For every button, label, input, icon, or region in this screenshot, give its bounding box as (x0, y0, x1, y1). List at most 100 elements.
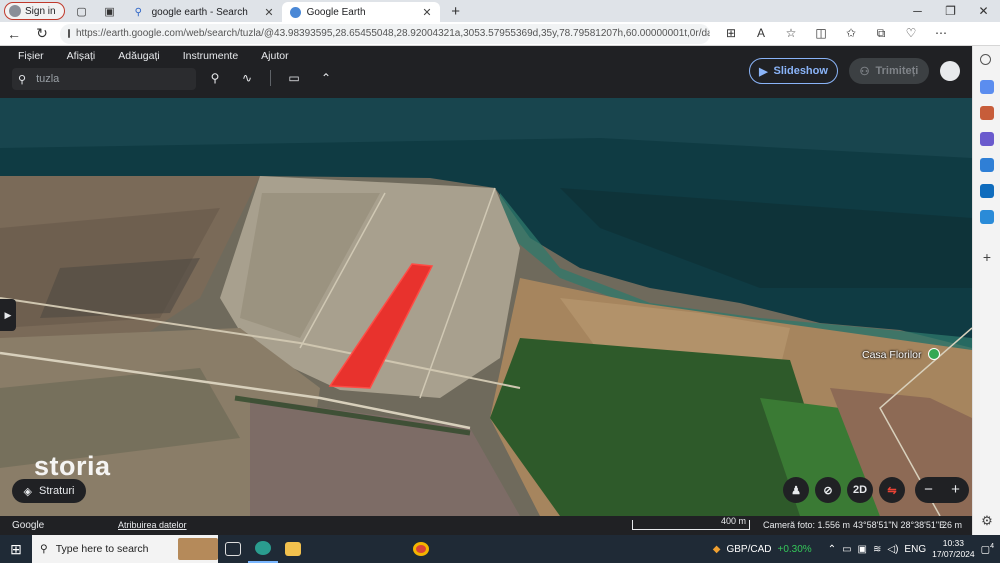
address-actions: ⊞ A ☆ ◫ ✩ ⧉ ♡ ⋯ (718, 26, 954, 41)
notifications-icon[interactable]: ▢4 (981, 543, 994, 555)
wifi-icon[interactable]: ≋ (873, 544, 881, 555)
address-bar-row: ← ↻ https://earth.google.com/web/search/… (0, 22, 1000, 46)
favorite-star-icon[interactable]: ☆ (778, 26, 804, 41)
language-indicator[interactable]: ENG (904, 544, 926, 555)
refresh-icon[interactable]: ↻ (28, 25, 56, 42)
system-tray: ◆ GBP/CAD +0.30% ⌃ ▭ ▣ ≋ ◁) ENG 10:33 17… (713, 535, 1000, 563)
layers-button[interactable]: ◈ Straturi (12, 479, 86, 503)
tab-title: Google Earth (306, 6, 366, 18)
notification-count: 4 (990, 542, 994, 550)
menu-view[interactable]: Afișați (67, 50, 96, 62)
chevron-up-icon[interactable]: ⌃ (828, 544, 836, 555)
view-mode-toggle[interactable]: 2D (847, 477, 873, 503)
share-button[interactable]: ⚇ Trimiteți (849, 58, 929, 84)
lock-icon (68, 29, 70, 38)
earth-search-box[interactable]: ⚲ tuzla (12, 68, 196, 90)
outlook-icon[interactable] (980, 184, 994, 198)
collections-icon[interactable]: ⧉ (868, 26, 894, 41)
more-menu-icon[interactable]: ⋯ (928, 26, 954, 41)
chrome-icon[interactable] (406, 535, 436, 563)
panel-toggle-chevron-icon[interactable]: ▶ (0, 299, 16, 331)
search-highlight-icon (178, 538, 218, 560)
scale-label: 400 m (720, 516, 746, 526)
windows-taskbar: ⊞ ⚲ Type here to search ◆ GBP/CAD +0.30%… (0, 535, 1000, 563)
pegman-icon[interactable]: ♟ (783, 477, 809, 503)
task-view-icon[interactable] (218, 535, 248, 563)
url-text: https://earth.google.com/web/search/tuzl… (76, 28, 710, 39)
data-attribution-link[interactable]: Atribuirea datelor (118, 516, 187, 535)
drop-icon[interactable] (980, 210, 994, 224)
divider (270, 70, 271, 86)
profile-button[interactable]: Sign in (4, 2, 65, 20)
satellite-view[interactable] (0, 98, 972, 516)
tab-actions-icon[interactable]: ▣ (99, 2, 121, 20)
close-window-icon[interactable]: ✕ (967, 0, 1000, 22)
clock[interactable]: 10:33 17/07/2024 (932, 538, 975, 560)
battery-icon[interactable]: ▭ (842, 544, 851, 555)
google-earth-app: Fișier Afișați Adăugați Instrumente Ajut… (0, 46, 972, 535)
split-screen-icon[interactable]: ◫ (808, 26, 834, 41)
volume-icon[interactable]: ◁) (887, 544, 898, 555)
layers-label: Straturi (39, 485, 75, 497)
favorites-icon[interactable]: ✩ (838, 26, 864, 41)
read-aloud-icon[interactable]: A (748, 26, 774, 41)
menu-help[interactable]: Ajutor (261, 50, 288, 62)
placemark-icon[interactable]: ⚲ (206, 71, 224, 85)
search-input[interactable]: tuzla (36, 73, 59, 85)
fx-change: +0.30% (777, 543, 812, 555)
games-icon[interactable] (980, 132, 994, 146)
shopping-icon[interactable] (980, 80, 994, 94)
file-explorer-icon[interactable] (278, 535, 308, 563)
cursor-coordinates: 43°58'51"N 28°38'51"E (853, 520, 946, 530)
slideshow-button[interactable]: ▶ Slideshow (749, 58, 838, 84)
app-available-icon[interactable]: ⊞ (718, 26, 744, 41)
fx-pair[interactable]: GBP/CAD (726, 544, 771, 555)
zoom-in-icon[interactable]: + (942, 477, 969, 503)
tab-search[interactable]: ⚲ google earth - Search ✕ (127, 2, 282, 22)
close-icon[interactable]: ✕ (264, 6, 273, 19)
meet-icon[interactable]: ▣ (858, 544, 867, 555)
earth-menu-bar: Fișier Afișați Adăugați Instrumente Ajut… (18, 50, 289, 62)
earth-status-bar: Google Atribuirea datelor 400 m Cameră f… (0, 516, 972, 535)
tab-google-earth[interactable]: Google Earth ✕ (281, 2, 440, 22)
ruler-icon[interactable]: ▭ (285, 71, 303, 85)
profile-icon (9, 5, 21, 17)
add-icon[interactable]: + (980, 250, 994, 264)
search-icon[interactable] (980, 54, 991, 65)
reset-tilt-icon[interactable]: ⊘ (815, 477, 841, 503)
people-icon: ⚇ (859, 65, 870, 78)
search-icon: ⚲ (18, 73, 27, 86)
browser-essentials-icon[interactable]: ♡ (898, 26, 924, 41)
new-tab-button[interactable]: + (446, 3, 466, 20)
camera-altitude: Cameră foto: 1.556 m (763, 520, 851, 530)
compass-icon[interactable]: ⇋ (879, 477, 905, 503)
watermark-logo: storia (34, 451, 111, 481)
google-logo: Google (12, 520, 45, 531)
taskbar-search[interactable]: ⚲ Type here to search (32, 535, 218, 563)
minimize-icon[interactable]: ─ (901, 0, 934, 22)
address-bar[interactable]: https://earth.google.com/web/search/tuzl… (60, 23, 710, 44)
back-icon[interactable]: ← (0, 26, 28, 42)
google-earth-icon (289, 6, 301, 18)
settings-icon[interactable]: ⚙ (980, 514, 994, 528)
office-icon[interactable] (980, 158, 994, 172)
place-label[interactable]: Casa Florilor (862, 349, 922, 361)
share-label: Trimiteți (875, 65, 919, 77)
close-icon[interactable]: ✕ (422, 6, 431, 19)
tools-icon[interactable] (980, 106, 994, 120)
layers-icon: ◈ (23, 485, 32, 498)
fx-widget-icon[interactable]: ◆ (713, 544, 721, 555)
workspaces-icon[interactable]: ▢ (71, 2, 93, 20)
menu-tools[interactable]: Instrumente (183, 50, 238, 62)
chevron-up-icon[interactable]: ⌃ (317, 71, 335, 85)
edge-taskbar-icon[interactable] (248, 535, 278, 563)
map-controls: ♟ ⊘ 2D ⇋ − + (783, 477, 969, 503)
path-icon[interactable]: ∿ (238, 71, 256, 85)
account-avatar[interactable] (940, 61, 960, 81)
restore-icon[interactable]: ❐ (934, 0, 967, 22)
windows-start-icon[interactable]: ⊞ (0, 541, 32, 558)
menu-file[interactable]: Fișier (18, 50, 44, 62)
menu-add[interactable]: Adăugați (118, 50, 159, 62)
zoom-out-icon[interactable]: − (915, 477, 942, 503)
place-pin-icon[interactable] (928, 348, 940, 360)
